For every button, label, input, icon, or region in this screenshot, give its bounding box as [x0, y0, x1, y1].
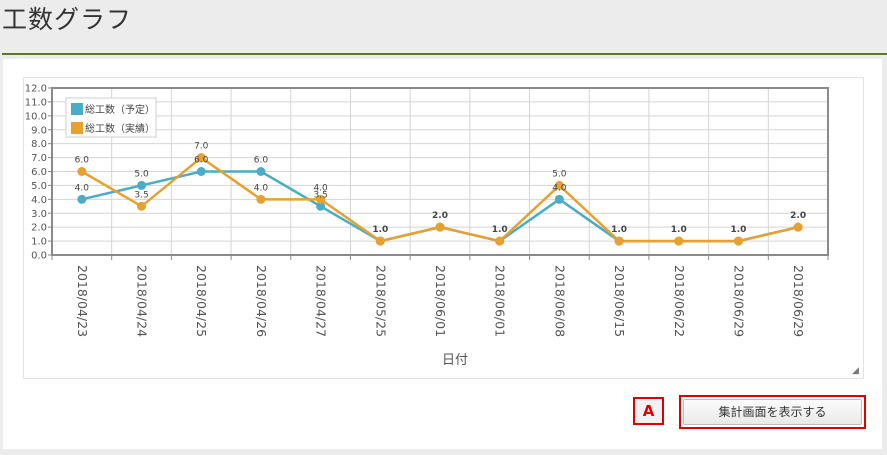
y-tick-label: 8.0 [31, 139, 47, 150]
y-tick-label: 3.0 [31, 209, 47, 220]
data-point [554, 194, 564, 204]
data-label: 4.0 [75, 183, 90, 193]
data-label: 4.0 [254, 183, 269, 193]
chart-container: 0.0 1.0 2.0 3.0 4.0 5.0 6.0 7.0 8.0 9.0 10.0 11.0 12… [23, 77, 864, 379]
data-label: 6.0 [194, 156, 209, 166]
x-tick-label: 2018/04/26 [254, 265, 269, 337]
data-point [137, 180, 147, 190]
y-tick-label: 4.0 [31, 195, 47, 206]
legend-swatch [71, 122, 83, 134]
y-tick-label: 11.0 [25, 97, 47, 108]
y-tick-label: 7.0 [31, 153, 47, 164]
data-label: 1.0 [611, 225, 627, 235]
data-label: 1.0 [492, 225, 508, 235]
x-tick-label: 2018/05/25 [373, 265, 388, 337]
y-tick-label: 6.0 [31, 167, 47, 178]
y-tick-label: 9.0 [31, 125, 47, 136]
x-tick-label: 2018/06/08 [552, 265, 567, 337]
data-label: 1.0 [372, 225, 388, 235]
legend-label: 総工数（予定） [85, 103, 155, 116]
data-point [256, 167, 266, 176]
y-tick-label: 0.0 [31, 251, 47, 262]
x-tick-label: 2018/04/25 [194, 265, 209, 337]
x-tick-label: 2018/06/01 [433, 265, 448, 337]
data-point [733, 236, 743, 246]
data-point [435, 222, 445, 232]
data-label: 6.0 [75, 156, 90, 166]
data-label: 3.5 [134, 190, 148, 200]
data-point [137, 201, 147, 211]
x-tick-label: 2018/04/27 [314, 265, 329, 337]
show-summary-button-label: 集計画面を表示する [683, 399, 862, 425]
data-point [256, 194, 266, 204]
data-label: 6.0 [254, 156, 269, 166]
title-divider [2, 53, 887, 55]
data-label: 2.0 [432, 211, 448, 221]
data-label: 5.0 [134, 169, 149, 179]
resize-handle-icon[interactable]: ◢ [852, 367, 860, 376]
x-tick-label: 2018/06/29 [791, 265, 806, 337]
y-tick-label: 1.0 [31, 237, 47, 248]
y-tick-label: 10.0 [25, 111, 47, 122]
legend: 総工数（予定） 総工数（実績） [65, 97, 157, 138]
x-tick-label: 2018/06/15 [612, 265, 627, 337]
workload-line-chart: 0.0 1.0 2.0 3.0 4.0 5.0 6.0 7.0 8.0 9.0 10.0 11.0 12… [25, 84, 829, 368]
legend-label: 総工数（実績） [85, 122, 155, 135]
annotation-badge-a: A [633, 397, 664, 425]
x-tick-label: 2018/06/22 [672, 265, 687, 337]
data-label: 2.0 [790, 211, 806, 221]
x-axis-label: 日付 [442, 353, 468, 368]
show-summary-button[interactable]: 集計画面を表示する [679, 395, 866, 429]
data-label: 7.0 [194, 142, 209, 152]
x-tick-label: 2018/04/23 [75, 265, 90, 337]
legend-swatch [71, 103, 83, 115]
y-tick-label: 5.0 [31, 181, 47, 192]
page-title: 工数グラフ [2, 5, 133, 34]
data-point [495, 236, 505, 246]
data-label: 5.0 [552, 169, 567, 179]
data-point [674, 236, 684, 246]
data-point [196, 167, 206, 176]
y-tick-label: 12.0 [25, 84, 47, 95]
data-point [793, 222, 803, 232]
data-label: 4.0 [313, 183, 328, 193]
data-point [77, 167, 87, 176]
data-label: 1.0 [671, 225, 687, 235]
data-label: 1.0 [730, 225, 746, 235]
x-tick-label: 2018/06/29 [731, 265, 746, 337]
x-tick-label: 2018/04/24 [135, 265, 150, 337]
data-point [375, 236, 385, 246]
data-label: 4.0 [552, 183, 567, 193]
data-point [77, 194, 87, 204]
data-point [614, 236, 624, 246]
x-tick-label: 2018/06/01 [493, 265, 508, 337]
y-tick-label: 2.0 [31, 223, 47, 234]
